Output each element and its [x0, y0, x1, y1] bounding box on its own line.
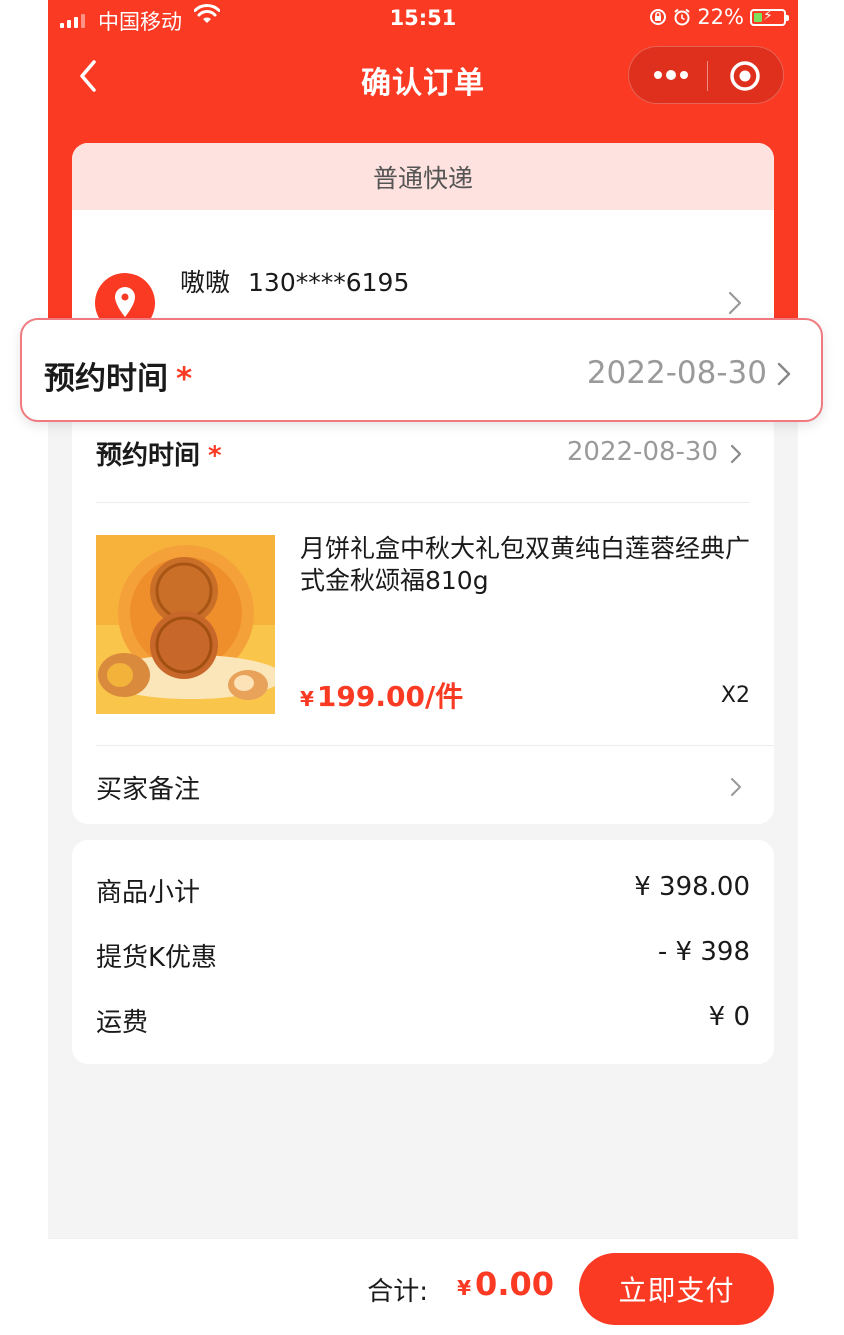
divider — [96, 745, 774, 746]
price-summary-card: 商品小计 ¥ 398.00 提货K优惠 - ¥ 398 运费 ¥ 0 — [72, 840, 774, 1064]
subtotal-value: ¥ 398.00 — [634, 872, 750, 902]
appointment-label-text: 预约时间 — [96, 441, 201, 471]
chevron-right-icon[interactable] — [730, 777, 742, 797]
total-currency: ¥ — [457, 1276, 472, 1300]
required-mark: * — [176, 361, 193, 397]
checkout-bar: 合计: ¥0.00 立即支付 — [48, 1238, 798, 1335]
pay-now-button[interactable]: 立即支付 — [579, 1253, 774, 1325]
chevron-right-icon — [730, 444, 742, 464]
miniprogram-capsule — [628, 46, 784, 104]
delivery-tab-express[interactable]: 普通快递 — [72, 143, 774, 210]
appointment-row[interactable]: 预约时间 * 2022-08-30 — [96, 435, 750, 481]
chevron-right-icon — [777, 362, 791, 386]
capsule-divider — [707, 61, 708, 91]
target-icon[interactable] — [729, 60, 761, 92]
order-card: 普通快递 嗷嗷 130****6195 预约时间 * 2022-08-30 月饼… — [72, 143, 774, 824]
alarm-icon — [674, 8, 690, 26]
address-contact[interactable]: 嗷嗷 130****6195 — [180, 263, 409, 299]
product-name[interactable]: 月饼礼盒中秋大礼包双黄纯白莲蓉经典广式金秋颂福810g — [300, 533, 750, 597]
product-image[interactable] — [96, 535, 275, 714]
buyer-remark-label[interactable]: 买家备注 — [96, 769, 200, 806]
more-icon[interactable] — [653, 65, 689, 85]
chevron-right-icon[interactable] — [728, 291, 742, 315]
appointment-date: 2022-08-30 — [586, 355, 767, 391]
total-value: 0.00 — [475, 1265, 554, 1303]
appointment-label: 预约时间 * — [44, 353, 192, 398]
status-bar: 中国移动 15:51 22% ⚡ — [48, 0, 798, 40]
summary-row: 提货K优惠 - ¥ 398 — [96, 937, 750, 977]
contact-name: 嗷嗷 — [180, 268, 231, 297]
summary-row: 商品小计 ¥ 398.00 — [96, 872, 750, 912]
price-currency: ¥ — [300, 687, 314, 711]
appointment-date: 2022-08-30 — [566, 437, 718, 467]
contact-phone: 130****6195 — [248, 268, 410, 297]
battery-percent: 22% — [697, 5, 744, 29]
required-mark: * — [208, 441, 222, 471]
appointment-label: 预约时间 * — [96, 435, 222, 472]
discount-label: 提货K优惠 — [96, 943, 218, 973]
subtotal-label: 商品小计 — [96, 878, 201, 908]
appointment-highlight[interactable]: 预约时间 * 2022-08-30 — [20, 318, 823, 422]
total-label: 合计: — [367, 1277, 428, 1307]
product-quantity: X2 — [720, 683, 750, 708]
summary-row: 运费 ¥ 0 — [96, 1002, 750, 1042]
shipping-value: ¥ 0 — [708, 1002, 750, 1032]
shipping-label: 运费 — [96, 1008, 149, 1038]
appointment-label-text: 预约时间 — [44, 361, 168, 397]
phone-screen: 中国移动 15:51 22% ⚡ 确认订单 普通快递 嗷嗷 130****619… — [48, 0, 798, 1334]
product-price: ¥199.00/件 — [300, 675, 463, 715]
total-amount: ¥0.00 — [457, 1265, 554, 1303]
discount-value: - ¥ 398 — [657, 937, 750, 967]
price-value: 199.00/件 — [316, 680, 464, 713]
rotation-lock-icon — [650, 9, 667, 25]
divider — [96, 502, 750, 503]
battery-icon: ⚡ — [750, 8, 789, 26]
